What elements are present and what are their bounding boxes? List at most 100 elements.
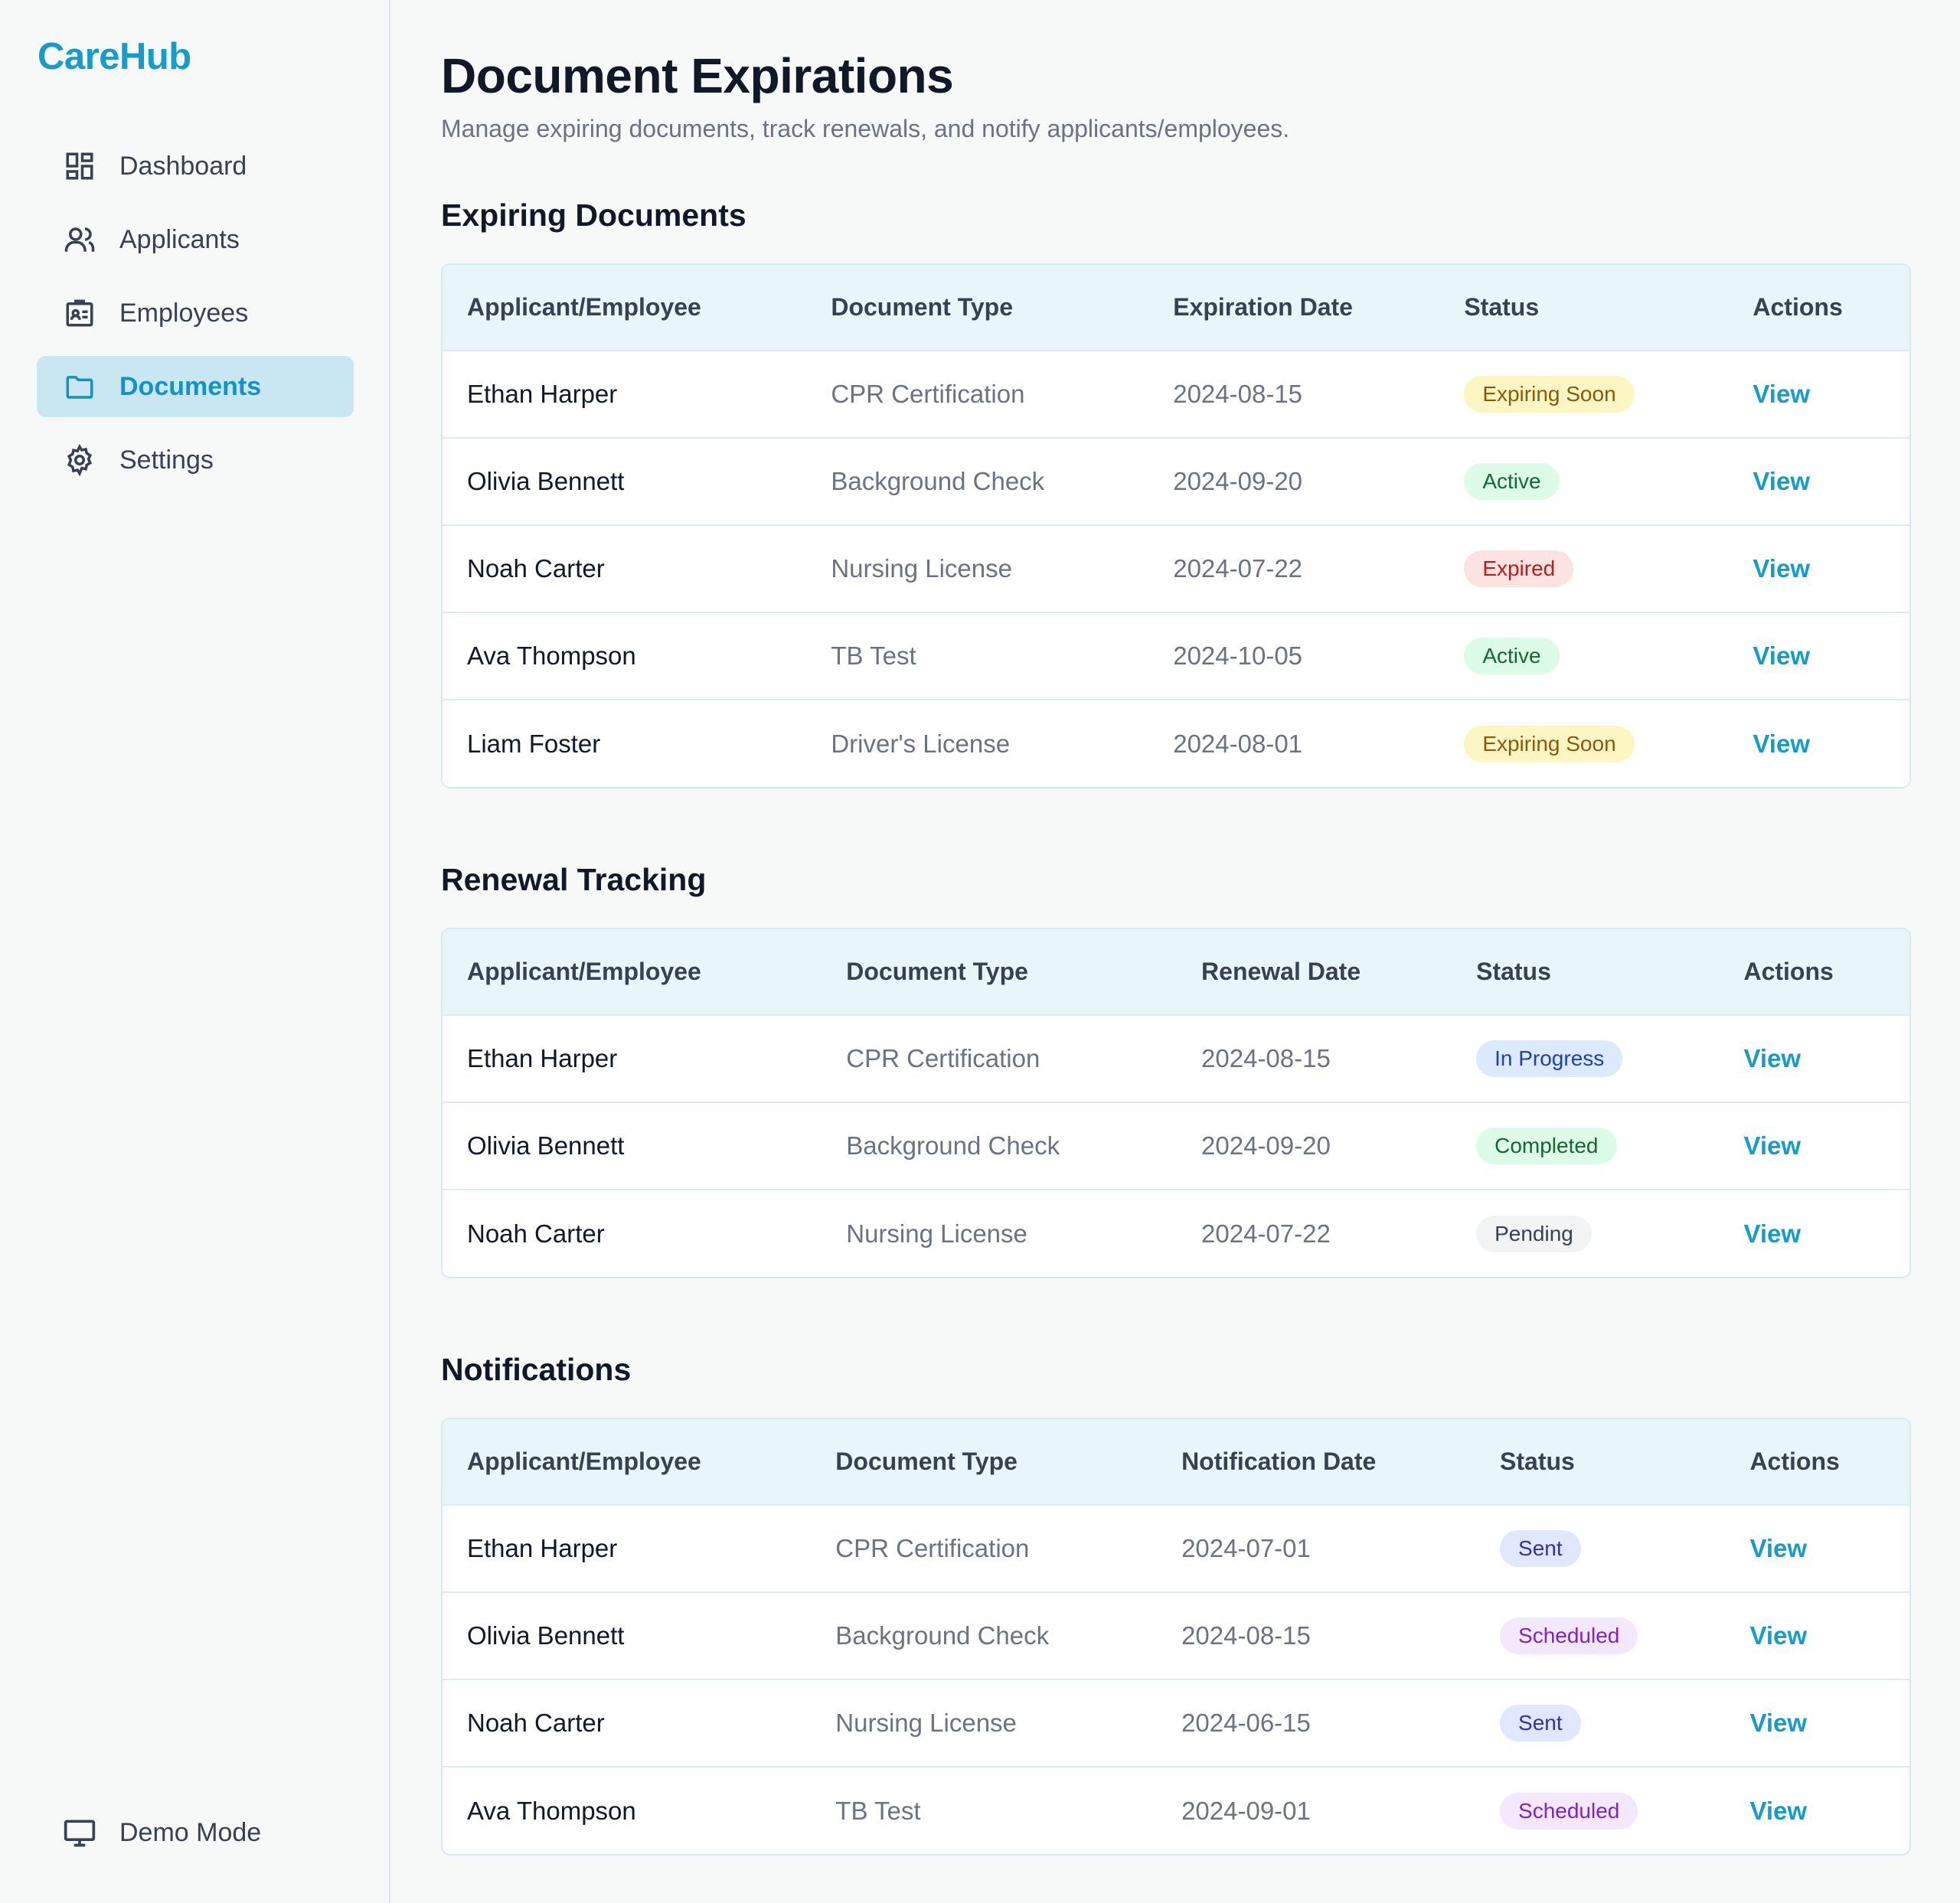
cell-name: Ethan Harper — [467, 1044, 618, 1072]
sidebar-item-applicants[interactable]: Applicants — [37, 209, 354, 270]
table-row: Olivia Bennett Background Check 2024-08-15… — [443, 1592, 1909, 1679]
cell-actions: View — [1728, 525, 1909, 612]
sidebar-item-employees[interactable]: Employees — [37, 282, 354, 344]
cell-status: Scheduled — [1475, 1592, 1725, 1679]
view-link[interactable]: View — [1749, 1709, 1807, 1737]
status-badge: Active — [1464, 463, 1560, 500]
view-link[interactable]: View — [1749, 1797, 1807, 1825]
folder-icon — [63, 370, 96, 403]
cell-document-type: Nursing License — [846, 1219, 1027, 1248]
cell-date: 2024-09-20 — [1201, 1131, 1331, 1160]
view-link[interactable]: View — [1753, 554, 1810, 583]
cell-status: Sent — [1475, 1505, 1725, 1592]
status-badge: Active — [1464, 638, 1560, 674]
section-title-notifications: Notifications — [441, 1352, 632, 1387]
cell-name: Noah Carter — [467, 1709, 605, 1737]
renewal-tracking-table: Applicant/Employee Document Type Renewal… — [441, 928, 1911, 1278]
cell-date: 2024-08-01 — [1173, 729, 1303, 758]
cell-actions: View — [1719, 1102, 1909, 1190]
column-header[interactable]: Status — [1439, 265, 1728, 351]
monitor-icon — [63, 1816, 96, 1849]
cell-date: 2024-07-22 — [1201, 1219, 1331, 1248]
status-badge: Sent — [1500, 1705, 1581, 1741]
column-header[interactable]: Document Type — [806, 265, 1148, 351]
cell-actions: View — [1725, 1679, 1909, 1767]
table-row: Noah Carter Nursing License 2024-07-22 Expi… — [443, 525, 1909, 612]
status-badge: Sent — [1500, 1530, 1581, 1567]
cell-status: In Progress — [1452, 1015, 1719, 1102]
cell-name: Noah Carter — [467, 1219, 605, 1248]
table-row: Ava Thompson TB Test 2024-10-05 Active View — [443, 612, 1909, 700]
view-link[interactable]: View — [1753, 641, 1810, 670]
demo-mode-toggle[interactable]: Demo Mode — [63, 1816, 261, 1849]
column-header[interactable]: Document Type — [811, 1419, 1157, 1505]
status-badge: Completed — [1476, 1128, 1617, 1164]
status-badge: Scheduled — [1500, 1617, 1638, 1654]
column-header[interactable]: Applicant/Employee — [443, 1419, 811, 1505]
cell-date: 2024-08-15 — [1181, 1621, 1311, 1650]
cell-document-type: CPR Certification — [831, 380, 1025, 408]
cell-actions: View — [1719, 1015, 1909, 1102]
sidebar-item-label: Settings — [119, 445, 214, 475]
cell-date: 2024-06-15 — [1181, 1709, 1311, 1737]
notifications-table: Applicant/Employee Document Type Notific… — [441, 1418, 1911, 1856]
table-row: Ethan Harper CPR Certification 2024-08-15 I… — [443, 1015, 1909, 1102]
view-link[interactable]: View — [1743, 1044, 1801, 1072]
column-header[interactable]: Status — [1452, 929, 1719, 1015]
id-badge-icon — [63, 296, 96, 330]
view-link[interactable]: View — [1743, 1219, 1801, 1248]
table-row: Noah Carter Nursing License 2024-06-15 Sent… — [443, 1679, 1909, 1767]
status-badge: Expired — [1464, 550, 1574, 587]
sidebar-item-label: Dashboard — [119, 151, 247, 181]
cell-document-type: Driver's License — [831, 729, 1011, 758]
sidebar-nav: Dashboard Applicants Employees Documents… — [37, 135, 354, 503]
sidebar-item-documents[interactable]: Documents — [37, 356, 354, 417]
view-link[interactable]: View — [1753, 467, 1810, 495]
view-link[interactable]: View — [1749, 1534, 1807, 1562]
cell-date: 2024-10-05 — [1173, 641, 1303, 670]
section-title-renewal: Renewal Tracking — [441, 862, 707, 897]
demo-mode-label: Demo Mode — [119, 1817, 262, 1847]
view-link[interactable]: View — [1753, 380, 1810, 408]
column-header[interactable]: Actions — [1719, 929, 1909, 1015]
cell-actions: View — [1728, 612, 1909, 700]
cell-actions: View — [1728, 438, 1909, 525]
table-row: Olivia Bennett Background Check 2024-09-20… — [443, 438, 1909, 525]
view-link[interactable]: View — [1753, 730, 1810, 758]
column-header[interactable]: Renewal Date — [1177, 929, 1452, 1015]
column-header[interactable]: Notification Date — [1157, 1419, 1475, 1505]
cell-document-type: Nursing License — [831, 554, 1012, 583]
column-header[interactable]: Actions — [1728, 265, 1909, 351]
cell-status: Expiring Soon — [1439, 700, 1728, 787]
cell-name: Liam Foster — [467, 729, 601, 758]
view-link[interactable]: View — [1749, 1621, 1807, 1650]
column-header[interactable]: Document Type — [822, 929, 1177, 1015]
brand-logo[interactable]: CareHub — [38, 35, 191, 78]
users-icon — [63, 223, 96, 256]
cell-name: Olivia Bennett — [467, 1131, 625, 1160]
status-badge: Scheduled — [1500, 1792, 1638, 1830]
cell-document-type: TB Test — [835, 1796, 921, 1825]
sidebar-item-settings[interactable]: Settings — [37, 429, 354, 491]
sidebar-item-dashboard[interactable]: Dashboard — [37, 135, 354, 197]
table-row: Olivia Bennett Background Check 2024-09-20… — [443, 1102, 1909, 1190]
view-link[interactable]: View — [1743, 1131, 1801, 1160]
column-header[interactable]: Applicant/Employee — [443, 265, 806, 351]
cell-date: 2024-08-15 — [1201, 1044, 1331, 1072]
column-header[interactable]: Actions — [1725, 1419, 1909, 1505]
page-title: Document Expirations — [441, 48, 954, 103]
cell-document-type: TB Test — [831, 641, 916, 670]
cell-actions: View — [1725, 1592, 1909, 1679]
table-row: Noah Carter Nursing License 2024-07-22 Pend… — [443, 1190, 1909, 1277]
cell-document-type: CPR Certification — [846, 1044, 1040, 1072]
column-header[interactable]: Expiration Date — [1148, 265, 1439, 351]
cell-document-type: Background Check — [835, 1621, 1050, 1650]
table-row: Liam Foster Driver's License 2024-08-01 Exp… — [443, 700, 1909, 787]
cell-actions: View — [1728, 700, 1909, 787]
column-header[interactable]: Applicant/Employee — [443, 929, 822, 1015]
cell-actions: View — [1719, 1190, 1909, 1277]
cell-date: 2024-09-01 — [1181, 1796, 1311, 1825]
column-header[interactable]: Status — [1475, 1419, 1725, 1505]
cell-status: Completed — [1452, 1102, 1719, 1190]
sidebar-item-label: Documents — [119, 371, 262, 401]
